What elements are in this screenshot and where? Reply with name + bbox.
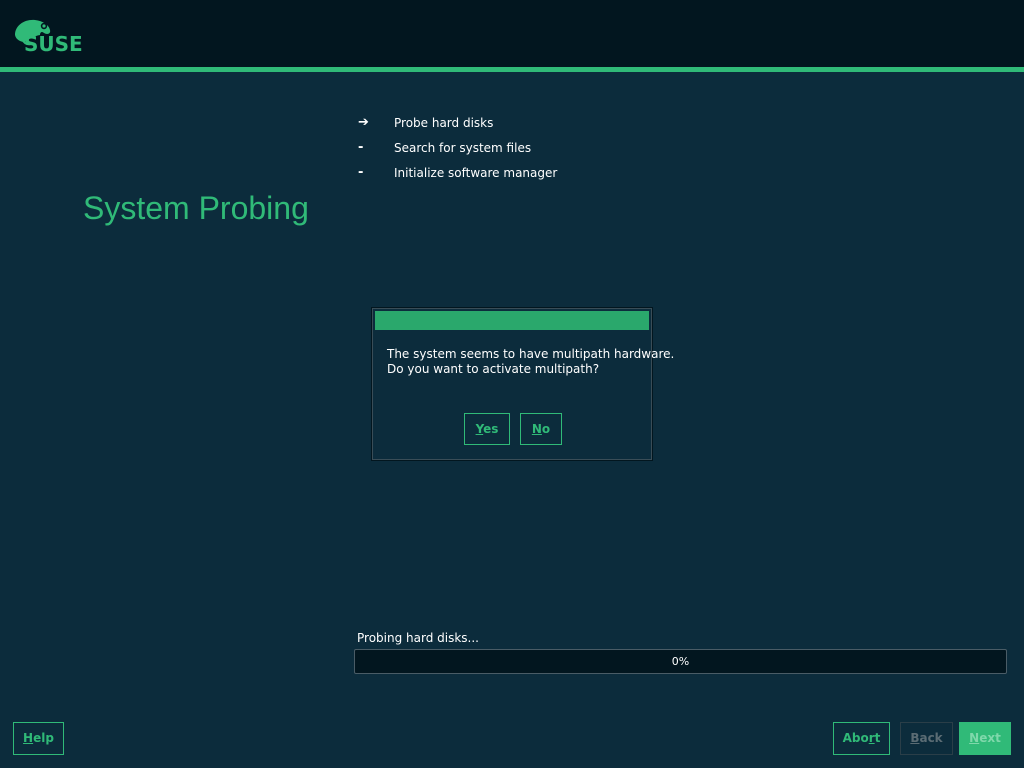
progress-bar: 0% — [354, 649, 1007, 674]
abort-label-pre: Abo — [842, 731, 869, 745]
multipath-dialog: The system seems to have multipath hardw… — [371, 307, 675, 461]
steps-list: ➔ Probe hard disks - Search for system f… — [358, 112, 758, 187]
dialog-message: The system seems to have multipath hardw… — [387, 347, 675, 377]
help-label-rest: elp — [33, 731, 54, 745]
back-button[interactable]: Back — [900, 722, 953, 755]
next-label-rest: ext — [979, 731, 1001, 745]
step-item: ➔ Probe hard disks — [358, 112, 758, 137]
yes-label-rest: es — [483, 422, 499, 436]
suse-logo-text: SUSE — [24, 32, 83, 56]
help-button[interactable]: Help — [13, 722, 64, 755]
step-label: Probe hard disks — [394, 116, 494, 130]
progress-percent: 0% — [671, 655, 690, 668]
step-item: - Search for system files — [358, 137, 758, 162]
dialog-titlebar — [375, 311, 649, 330]
yes-button[interactable]: Yes — [464, 413, 510, 445]
progress-label: Probing hard disks... — [357, 631, 479, 645]
no-hotkey: N — [531, 422, 542, 436]
no-label-rest: o — [541, 422, 551, 436]
no-button[interactable]: No — [520, 413, 562, 445]
step-item: - Initialize software manager — [358, 162, 758, 187]
back-label-rest: ack — [919, 731, 943, 745]
step-label: Initialize software manager — [394, 166, 558, 180]
help-hotkey: H — [23, 731, 34, 745]
dialog-message-line: The system seems to have multipath hardw… — [387, 347, 675, 361]
header-accent-stripe — [0, 67, 1024, 72]
page-title: System Probing — [83, 190, 309, 226]
dialog-message-line: Do you want to activate multipath? — [387, 362, 600, 376]
installer-window: SUSE ➔ Probe hard disks - Search for sys… — [0, 0, 1024, 768]
next-hotkey: N — [969, 731, 980, 745]
step-current-arrow-icon: ➔ — [358, 115, 369, 130]
abort-label-rest: t — [874, 731, 881, 745]
next-button[interactable]: Next — [959, 722, 1011, 755]
dialog-body: The system seems to have multipath hardw… — [372, 308, 675, 460]
step-pending-dash-icon: - — [358, 165, 364, 180]
step-pending-dash-icon: - — [358, 140, 364, 155]
header-bar: SUSE — [0, 0, 1024, 67]
abort-button[interactable]: Abort — [833, 722, 890, 755]
step-label: Search for system files — [394, 141, 532, 155]
